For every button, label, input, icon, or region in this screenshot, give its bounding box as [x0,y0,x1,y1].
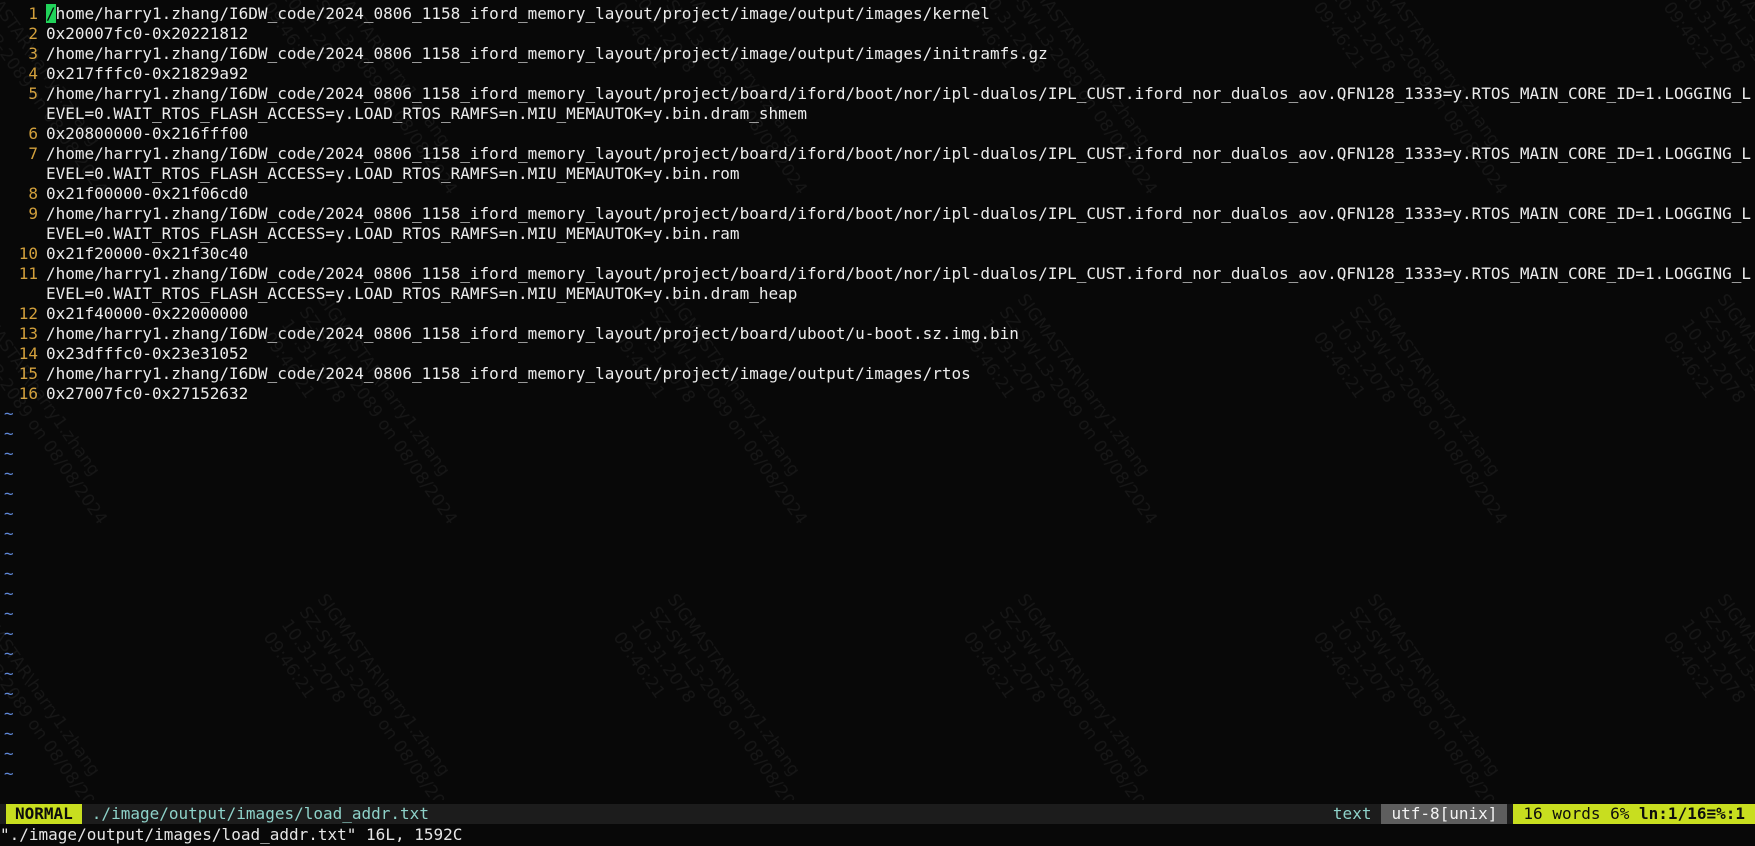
line-number: 1 [28,4,38,23]
empty-line-marker: ~ [4,644,14,663]
line-text[interactable]: 0x21f20000-0x21f30c40 [46,244,1751,264]
command-line[interactable]: "./image/output/images/load_addr.txt" 16… [0,824,1755,846]
status-filetype: text [1332,804,1372,823]
line-text[interactable]: /home/harry1.zhang/I6DW_code/2024_0806_1… [46,364,1751,384]
status-cursor-pos: ln:1/16≡%:1 [1639,804,1745,823]
empty-line-marker: ~ [4,684,14,703]
empty-line-marker: ~ [4,424,14,443]
line-text[interactable]: 0x23dfffc0-0x23e31052 [46,344,1751,364]
line-number: 3 [28,44,38,63]
empty-line-marker: ~ [4,444,14,463]
empty-line-marker: ~ [4,464,14,483]
line-number: 2 [28,24,38,43]
line-number: 5 [28,84,38,103]
empty-line-marker: ~ [4,404,14,423]
empty-line-marker: ~ [4,544,14,563]
line-number: 14 [18,344,38,363]
editor-line[interactable]: 2 0x20007fc0-0x20221812 [0,24,1755,44]
empty-line-marker: ~ [4,704,14,723]
editor-line[interactable]: 10 0x21f20000-0x21f30c40 [0,244,1755,264]
line-number: 6 [28,124,38,143]
editor-line[interactable]: 5/home/harry1.zhang/I6DW_code/2024_0806_… [0,84,1755,124]
editor-line[interactable]: 15/home/harry1.zhang/I6DW_code/2024_0806… [0,364,1755,384]
editor-line[interactable]: 12 0x21f40000-0x22000000 [0,304,1755,324]
line-number: 15 [18,364,38,383]
editor-line[interactable]: 4 0x217fffc0-0x21829a92 [0,64,1755,84]
line-text[interactable]: /home/harry1.zhang/I6DW_code/2024_0806_1… [46,144,1751,184]
line-number: 16 [18,384,38,403]
empty-line-marker: ~ [4,564,14,583]
editor-line[interactable]: 14 0x23dfffc0-0x23e31052 [0,344,1755,364]
empty-line-marker: ~ [4,724,14,743]
line-text[interactable]: /home/harry1.zhang/I6DW_code/2024_0806_1… [46,84,1751,124]
status-percent: 6% [1610,804,1630,823]
editor-line[interactable]: 7/home/harry1.zhang/I6DW_code/2024_0806_… [0,144,1755,184]
line-text[interactable]: 0x21f40000-0x22000000 [46,304,1751,324]
editor-line[interactable]: 16 0x27007fc0-0x27152632 [0,384,1755,404]
status-encoding: utf-8[unix] [1381,804,1508,824]
empty-line-marker: ~ [4,664,14,683]
editor-line[interactable]: 3/home/harry1.zhang/I6DW_code/2024_0806_… [0,44,1755,64]
empty-line-marker: ~ [4,604,14,623]
line-text[interactable]: /home/harry1.zhang/I6DW_code/2024_0806_1… [46,44,1751,64]
empty-line-marker: ~ [4,624,14,643]
editor-line[interactable]: 8 0x21f00000-0x21f06cd0 [0,184,1755,204]
line-text[interactable]: 0x20800000-0x216fff00 [46,124,1751,144]
editor-line[interactable]: 6 0x20800000-0x216fff00 [0,124,1755,144]
line-number: 8 [28,184,38,203]
mode-indicator: NORMAL [6,804,82,824]
line-number: 11 [18,264,38,283]
empty-line-marker: ~ [4,484,14,503]
empty-line-marker: ~ [4,524,14,543]
editor-buffer[interactable]: 1/home/harry1.zhang/I6DW_code/2024_0806_… [0,4,1755,800]
status-line: NORMAL ./image/output/images/load_addr.t… [0,804,1755,824]
editor-line[interactable]: 11/home/harry1.zhang/I6DW_code/2024_0806… [0,264,1755,304]
empty-line-marker: ~ [4,744,14,763]
line-text[interactable]: 0x20007fc0-0x20221812 [46,24,1751,44]
line-number: 10 [18,244,38,263]
line-number: 12 [18,304,38,323]
status-filename: ./image/output/images/load_addr.txt [91,804,429,823]
line-text[interactable]: /home/harry1.zhang/I6DW_code/2024_0806_1… [46,264,1751,304]
line-text[interactable]: 0x21f00000-0x21f06cd0 [46,184,1751,204]
status-words: 16 words [1523,804,1601,823]
line-text[interactable]: /home/harry1.zhang/I6DW_code/2024_0806_1… [46,204,1751,244]
line-number: 9 [28,204,38,223]
empty-line-marker: ~ [4,504,14,523]
line-text[interactable]: /home/harry1.zhang/I6DW_code/2024_0806_1… [46,4,1751,24]
line-number: 7 [28,144,38,163]
status-position: 16 words 6% ln:1/16≡%:1 [1513,804,1755,824]
editor-line[interactable]: 9/home/harry1.zhang/I6DW_code/2024_0806_… [0,204,1755,244]
editor-line[interactable]: 1/home/harry1.zhang/I6DW_code/2024_0806_… [0,4,1755,24]
empty-line-marker: ~ [4,584,14,603]
empty-line-marker: ~ [4,764,14,783]
line-text[interactable]: 0x217fffc0-0x21829a92 [46,64,1751,84]
line-number: 13 [18,324,38,343]
line-number: 4 [28,64,38,83]
editor-line[interactable]: 13/home/harry1.zhang/I6DW_code/2024_0806… [0,324,1755,344]
line-text[interactable]: /home/harry1.zhang/I6DW_code/2024_0806_1… [46,324,1751,344]
text-cursor: / [46,4,56,23]
line-text[interactable]: 0x27007fc0-0x27152632 [46,384,1751,404]
